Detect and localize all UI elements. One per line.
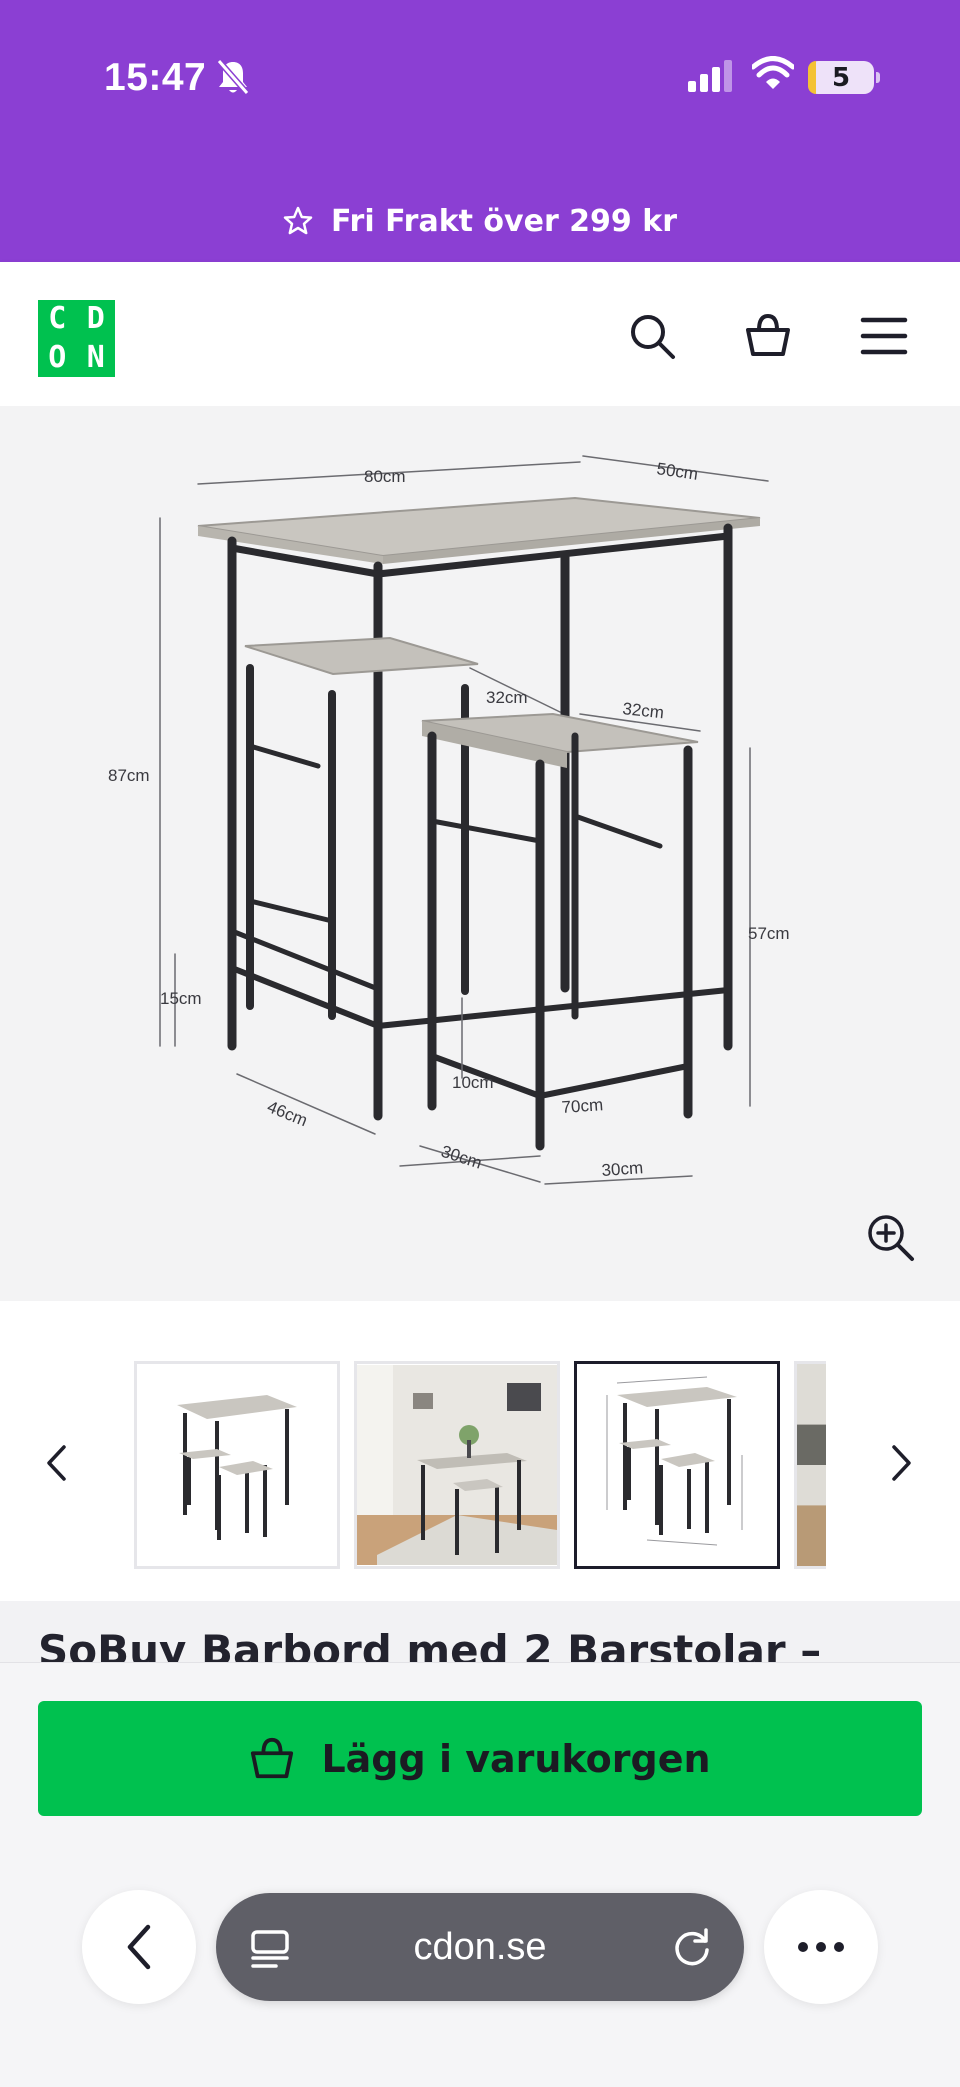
thumbnail-carousel (0, 1301, 960, 1601)
cart-icon (251, 1737, 294, 1778)
reload-icon[interactable] (670, 1925, 714, 1969)
address-bar[interactable]: cdon.se (216, 1893, 744, 2001)
promo-text: Fri Frakt över 299 kr (330, 203, 677, 239)
clock-time: 15:47 (104, 56, 207, 99)
cart-icon[interactable] (744, 312, 792, 360)
menu-icon[interactable] (860, 312, 908, 360)
logo-letter: D (86, 301, 105, 336)
battery-indicator: 5 (808, 61, 880, 94)
product-main-image[interactable]: 80cm 50cm 87cm 15cm 32cm 32cm 57cm 10cm … (0, 406, 960, 1301)
thumbnail-item-active[interactable] (574, 1361, 780, 1569)
cellular-signal-icon (688, 60, 732, 92)
browser-toolbar: cdon.se (0, 1870, 960, 2020)
dim-table-length: 80cm (364, 467, 406, 486)
dim-footrest-gap: 10cm (452, 1073, 494, 1092)
thumbnail-item[interactable] (794, 1361, 826, 1569)
dim-stool-depth: 32cm (622, 699, 665, 722)
dim-stool-height: 57cm (748, 924, 790, 943)
bell-muted-icon (216, 59, 250, 95)
logo-letter: C (48, 301, 67, 336)
zoom-in-icon[interactable] (866, 1213, 916, 1263)
product-title: SoBuy Barbord med 2 Barstolar – (38, 1626, 822, 1666)
dim-table-base-length: 70cm (561, 1095, 604, 1117)
back-button[interactable] (82, 1890, 196, 2004)
dim-table-depth: 50cm (655, 459, 699, 484)
more-options-button[interactable] (764, 1890, 878, 2004)
dim-table-height: 87cm (108, 766, 150, 785)
more-horizontal-icon (798, 1942, 844, 1952)
thumbnail-item[interactable] (134, 1361, 340, 1569)
search-icon[interactable] (628, 312, 676, 360)
site-header: C D O N (0, 262, 960, 406)
dim-foot-height: 15cm (160, 989, 202, 1008)
battery-level: 5 (831, 62, 851, 93)
cdon-logo[interactable]: C D O N (38, 300, 115, 377)
add-to-cart-label: Lägg i varukorgen (321, 1736, 711, 1781)
star-outline-icon (283, 206, 313, 235)
product-image-gallery[interactable]: 80cm 50cm 87cm 15cm 32cm 32cm 57cm 10cm … (0, 406, 960, 1301)
dim-stool-base-1: 30cm (439, 1142, 484, 1173)
add-to-cart-button[interactable]: Lägg i varukorgen (38, 1701, 922, 1816)
chevron-left-icon (127, 1924, 151, 1970)
promo-banner[interactable]: Fri Frakt över 299 kr (0, 180, 960, 262)
chevron-left-icon[interactable] (44, 1443, 68, 1483)
dim-stool-width: 32cm (486, 688, 528, 707)
thumbnail-item[interactable] (354, 1361, 560, 1569)
status-bar: 15:47 5 (0, 0, 960, 180)
chevron-right-icon[interactable] (890, 1443, 914, 1483)
logo-letter: O (48, 339, 67, 375)
dim-stool-base-2: 30cm (601, 1158, 644, 1180)
wifi-icon (752, 56, 794, 89)
url-text: cdon.se (413, 1926, 547, 1968)
logo-letter: N (86, 339, 105, 375)
